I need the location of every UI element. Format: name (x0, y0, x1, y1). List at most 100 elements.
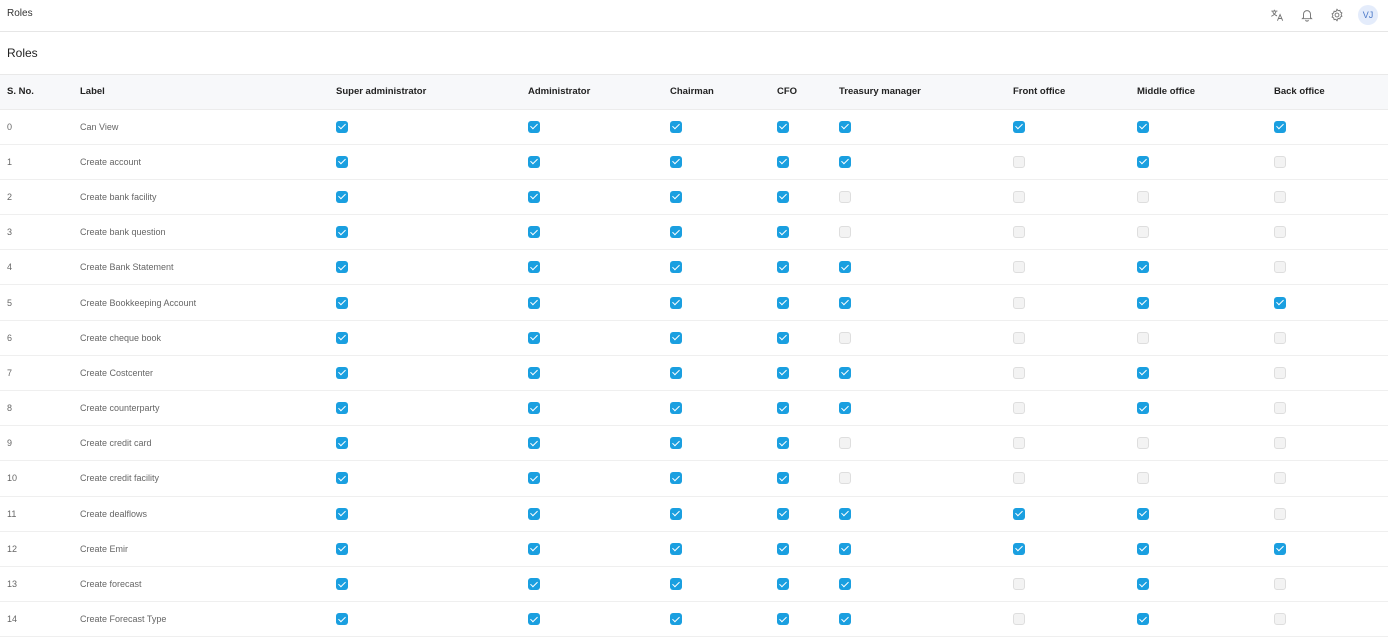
permission-checkbox[interactable] (777, 437, 789, 450)
permission-checkbox[interactable] (670, 296, 682, 309)
permission-checkbox[interactable] (336, 331, 348, 344)
permission-checkbox[interactable] (670, 542, 682, 555)
permission-checkbox[interactable] (1137, 155, 1149, 168)
permission-checkbox[interactable] (670, 507, 682, 520)
permission-checkbox[interactable] (1274, 542, 1286, 555)
permission-checkbox[interactable] (670, 331, 682, 344)
permission-checkbox[interactable] (336, 507, 348, 520)
permission-checkbox[interactable] (528, 472, 540, 485)
permission-checkbox[interactable] (670, 613, 682, 626)
column-header-chairman[interactable]: Chairman (670, 75, 777, 110)
permission-checkbox[interactable] (670, 155, 682, 168)
permission-checkbox[interactable] (777, 472, 789, 485)
permission-checkbox[interactable] (1137, 261, 1149, 274)
gear-icon[interactable] (1328, 6, 1346, 24)
permission-checkbox[interactable] (1137, 542, 1149, 555)
permission-checkbox[interactable] (839, 296, 851, 309)
permission-checkbox[interactable] (839, 402, 851, 415)
permission-checkbox[interactable] (1137, 296, 1149, 309)
permission-checkbox[interactable] (1013, 542, 1025, 555)
permission-checkbox[interactable] (777, 261, 789, 274)
permission-checkbox[interactable] (336, 542, 348, 555)
permission-checkbox[interactable] (670, 190, 682, 203)
permission-checkbox[interactable] (777, 507, 789, 520)
permission-checkbox[interactable] (528, 437, 540, 450)
column-header-cfo[interactable]: CFO (777, 75, 839, 110)
permission-checkbox[interactable] (528, 507, 540, 520)
permission-checkbox[interactable] (839, 507, 851, 520)
translate-icon[interactable] (1268, 6, 1286, 24)
permission-checkbox[interactable] (1274, 296, 1286, 309)
permission-checkbox[interactable] (336, 578, 348, 591)
column-header-middle-office[interactable]: Middle office (1137, 75, 1274, 110)
permission-checkbox[interactable] (336, 613, 348, 626)
column-header-front-office[interactable]: Front office (1013, 75, 1137, 110)
permission-checkbox[interactable] (528, 331, 540, 344)
permission-checkbox[interactable] (777, 366, 789, 379)
permission-checkbox[interactable] (336, 190, 348, 203)
permission-checkbox[interactable] (528, 120, 540, 133)
permission-checkbox[interactable] (839, 366, 851, 379)
column-header-back-office[interactable]: Back office (1274, 75, 1388, 110)
permission-checkbox[interactable] (1013, 120, 1025, 133)
permission-checkbox[interactable] (1137, 613, 1149, 626)
permission-checkbox[interactable] (528, 402, 540, 415)
permission-checkbox[interactable] (528, 613, 540, 626)
permission-checkbox[interactable] (839, 613, 851, 626)
permission-checkbox[interactable] (1013, 507, 1025, 520)
permission-checkbox[interactable] (670, 402, 682, 415)
bell-icon[interactable] (1298, 6, 1316, 24)
permission-checkbox[interactable] (777, 331, 789, 344)
column-header-administrator[interactable]: Administrator (528, 75, 670, 110)
permission-checkbox[interactable] (670, 578, 682, 591)
permission-checkbox[interactable] (336, 366, 348, 379)
permission-checkbox[interactable] (528, 155, 540, 168)
permission-checkbox[interactable] (528, 190, 540, 203)
permission-checkbox[interactable] (528, 226, 540, 239)
permission-checkbox[interactable] (777, 402, 789, 415)
permission-checkbox[interactable] (670, 437, 682, 450)
permission-checkbox[interactable] (670, 120, 682, 133)
permission-checkbox[interactable] (670, 366, 682, 379)
permission-checkbox[interactable] (336, 296, 348, 309)
permission-checkbox[interactable] (777, 578, 789, 591)
column-header-label[interactable]: Label (80, 75, 336, 110)
permission-checkbox[interactable] (777, 190, 789, 203)
permission-checkbox[interactable] (1137, 402, 1149, 415)
permission-checkbox[interactable] (839, 261, 851, 274)
permission-checkbox[interactable] (528, 542, 540, 555)
permission-checkbox[interactable] (1137, 366, 1149, 379)
permission-checkbox[interactable] (336, 472, 348, 485)
permission-checkbox[interactable] (777, 542, 789, 555)
permission-checkbox[interactable] (336, 261, 348, 274)
permission-checkbox[interactable] (777, 155, 789, 168)
column-header-super-administrator[interactable]: Super administrator (336, 75, 528, 110)
permission-checkbox[interactable] (839, 155, 851, 168)
permission-checkbox[interactable] (670, 472, 682, 485)
permission-checkbox[interactable] (336, 437, 348, 450)
permission-checkbox[interactable] (336, 120, 348, 133)
permission-checkbox[interactable] (1137, 507, 1149, 520)
permission-checkbox[interactable] (1274, 120, 1286, 133)
permission-checkbox[interactable] (777, 296, 789, 309)
permission-checkbox[interactable] (839, 578, 851, 591)
permission-checkbox[interactable] (777, 226, 789, 239)
permission-checkbox[interactable] (839, 542, 851, 555)
permission-checkbox[interactable] (528, 366, 540, 379)
permission-checkbox[interactable] (670, 261, 682, 274)
permission-checkbox[interactable] (336, 155, 348, 168)
permission-checkbox[interactable] (777, 613, 789, 626)
avatar[interactable]: VJ (1358, 5, 1378, 25)
permission-checkbox[interactable] (839, 120, 851, 133)
permission-checkbox[interactable] (336, 226, 348, 239)
permission-checkbox[interactable] (528, 578, 540, 591)
permission-checkbox[interactable] (528, 296, 540, 309)
permission-checkbox[interactable] (336, 402, 348, 415)
permission-checkbox[interactable] (1137, 578, 1149, 591)
permission-checkbox[interactable] (670, 226, 682, 239)
permission-checkbox[interactable] (777, 120, 789, 133)
permission-checkbox[interactable] (528, 261, 540, 274)
column-header-treasury-manager[interactable]: Treasury manager (839, 75, 1013, 110)
column-header-sno[interactable]: S. No. (0, 75, 80, 110)
permission-checkbox[interactable] (1137, 120, 1149, 133)
